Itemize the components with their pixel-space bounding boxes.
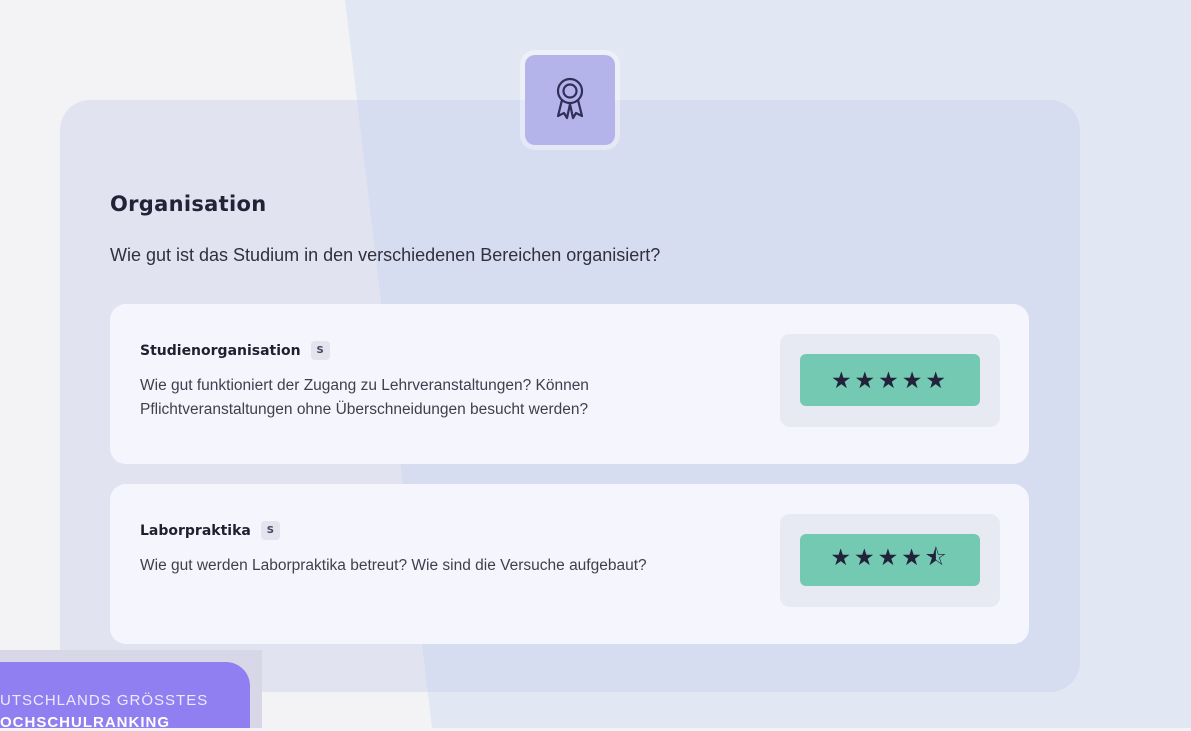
student-badge[interactable]: S — [310, 341, 330, 360]
promo-line-2: OCHSCHULRANKING — [0, 714, 170, 731]
star-rating: ★★★★★ — [800, 354, 980, 406]
rating-item-studienorganisation: Studienorganisation S Wie gut funktionie… — [110, 304, 1029, 464]
promo-line-1: UTSCHLANDS GRÖSSTES — [0, 692, 209, 709]
award-tile — [525, 55, 615, 145]
ranking-promo-badge[interactable]: UTSCHLANDS GRÖSSTES OCHSCHULRANKING — [0, 650, 262, 731]
star-rating: ★★★★⯪ — [800, 534, 980, 586]
award-ribbon-icon — [552, 76, 588, 125]
rating-container: ★★★★★ — [780, 334, 1000, 427]
student-badge[interactable]: S — [260, 521, 280, 540]
rating-item-laborpraktika: Laborpraktika S Wie gut werden Laborprak… — [110, 484, 1029, 644]
item-title: Studienorganisation — [140, 342, 301, 359]
item-description: Wie gut werden Laborpraktika betreut? Wi… — [140, 557, 647, 574]
item-title: Laborpraktika — [140, 522, 251, 539]
section-subtitle: Wie gut ist das Studium in den verschied… — [110, 245, 661, 265]
section-title: Organisation — [110, 192, 267, 216]
item-description: Wie gut funktioniert der Zugang zu Lehrv… — [140, 377, 589, 418]
rating-container: ★★★★⯪ — [780, 514, 1000, 607]
